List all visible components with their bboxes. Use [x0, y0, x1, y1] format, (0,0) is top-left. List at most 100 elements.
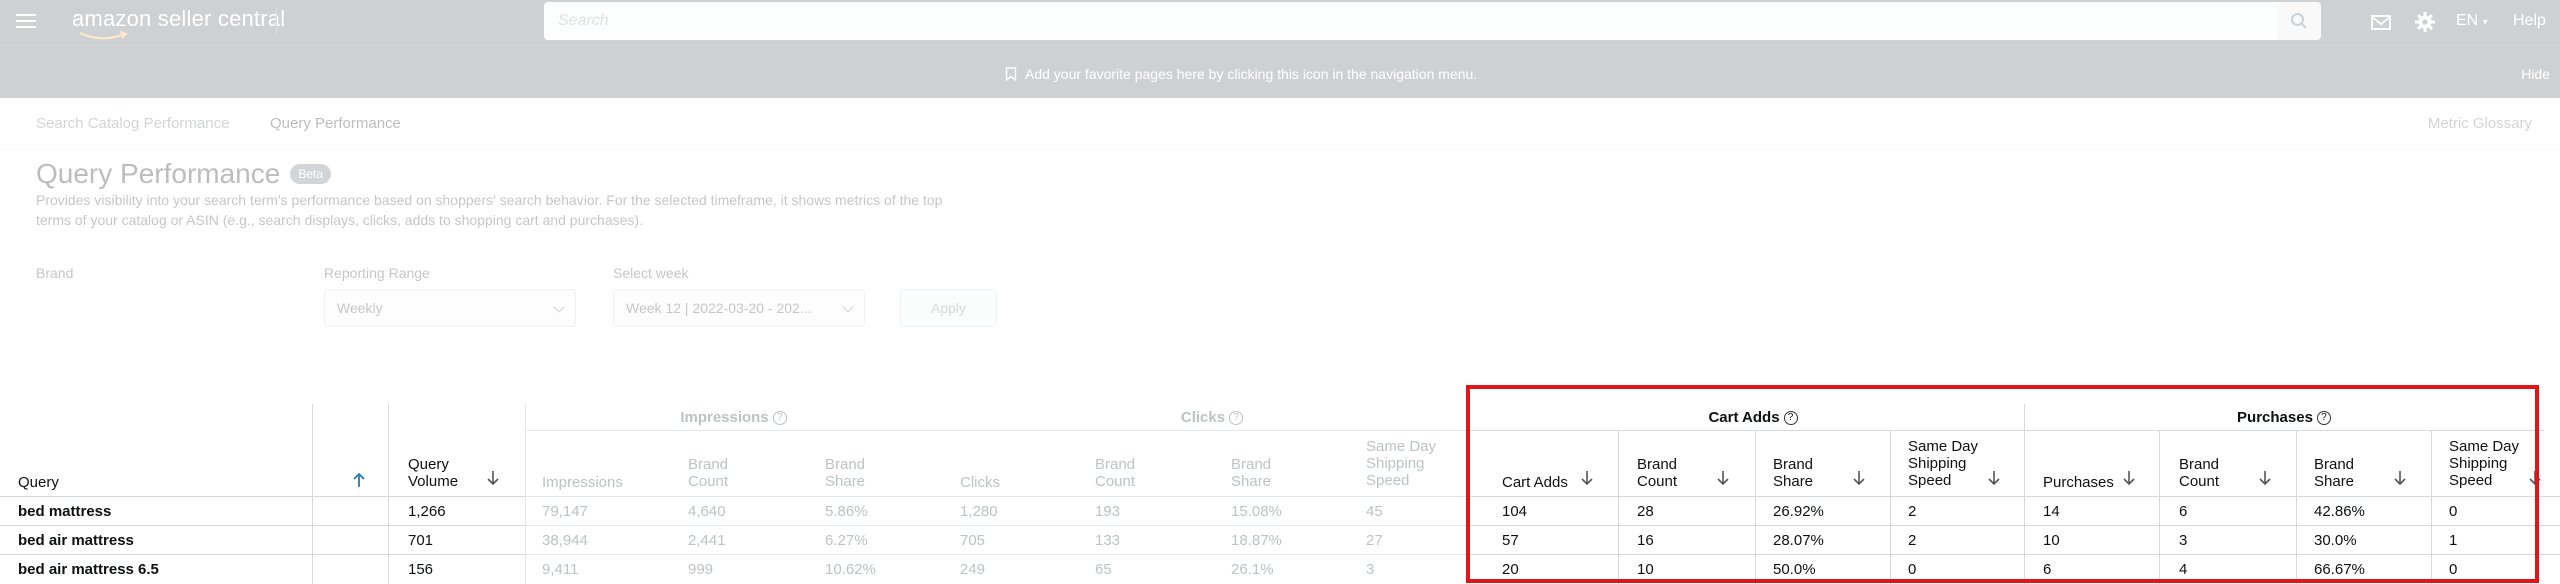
impressions-brand-share-cell: 5.86% — [825, 503, 868, 520]
clicks-cell: 1,280 — [960, 503, 998, 520]
reporting-range-value: Weekly — [337, 300, 383, 316]
purchases-brand-count-cell: 4 — [2179, 561, 2188, 578]
purchases-same-day-cell: 0 — [2449, 561, 2458, 578]
hamburger-menu-icon[interactable] — [16, 10, 36, 34]
purchases-cell: 14 — [2043, 503, 2060, 520]
top-navigation-bar: amazon seller central EN ▾ Help — [0, 0, 2560, 45]
column-header-clicks-brand-share[interactable]: Brand Share — [1231, 456, 1301, 490]
clicks-same-day-cell: 45 — [1366, 503, 1383, 520]
column-divider — [2431, 431, 2432, 584]
purchases-brand-share-cell: 66.67% — [2314, 561, 2365, 578]
row-divider — [0, 554, 2560, 555]
apply-button[interactable]: Apply — [900, 289, 997, 327]
sort-down-arrow-icon[interactable] — [2258, 470, 2272, 486]
column-header-impressions-brand-share[interactable]: Brand Share — [825, 456, 895, 490]
impressions-brand-share-cell: 10.62% — [825, 561, 876, 578]
help-icon[interactable]: ? — [2316, 411, 2331, 426]
cart-adds-brand-count-cell: 16 — [1637, 532, 1654, 549]
impressions-brand-share-cell: 6.27% — [825, 532, 868, 549]
tab-query-performance[interactable]: Query Performance — [270, 115, 401, 132]
column-header-clicks[interactable]: Clicks — [960, 474, 1000, 491]
column-header-impressions[interactable]: Impressions — [542, 474, 623, 491]
purchases-brand-count-cell: 3 — [2179, 532, 2188, 549]
clicks-cell: 249 — [960, 561, 986, 578]
impressions-cell: 79,147 — [542, 503, 588, 520]
metric-glossary-link[interactable]: Metric Glossary — [2428, 115, 2532, 132]
logo-text: amazon seller central — [72, 6, 286, 31]
query-volume-cell: 156 — [408, 561, 434, 578]
clicks-cell: 705 — [960, 532, 986, 549]
cart-adds-brand-count-cell: 10 — [1637, 561, 1654, 578]
brand-filter-label: Brand — [36, 265, 74, 281]
purchases-group-header: Purchases? — [2024, 404, 2544, 431]
column-header-purchases-brand-share[interactable]: Brand Share — [2314, 456, 2384, 490]
column-header-cart-adds-same-day[interactable]: Same Day Shipping Speed — [1908, 438, 1988, 489]
cart-adds-group-header: Cart Adds? — [1482, 404, 2024, 431]
sort-down-arrow-icon[interactable] — [1852, 470, 1866, 486]
search-icon — [2291, 13, 2307, 29]
help-icon[interactable]: ? — [1783, 411, 1798, 426]
column-header-clicks-same-day[interactable]: Same Day Shipping Speed — [1366, 438, 1446, 489]
column-divider — [1890, 431, 1891, 584]
clicks-brand-count-cell: 193 — [1095, 503, 1121, 520]
amazon-seller-central-logo[interactable]: amazon seller central — [72, 6, 286, 40]
sort-down-arrow-icon[interactable] — [1716, 470, 1730, 486]
select-week-dropdown[interactable]: Week 12 | 2022-03-20 - 202... — [613, 289, 865, 327]
column-header-cart-adds-brand-count[interactable]: Brand Count — [1637, 456, 1707, 490]
column-divider — [2296, 431, 2297, 584]
column-header-cart-adds-brand-share[interactable]: Brand Share — [1773, 456, 1843, 490]
language-selector[interactable]: EN ▾ — [2456, 12, 2488, 30]
column-header-impressions-brand-count[interactable]: Brand Count — [688, 456, 758, 490]
mail-icon[interactable] — [2370, 11, 2392, 33]
reporting-range-select[interactable]: Weekly — [324, 289, 576, 327]
sort-down-arrow-icon[interactable] — [2528, 470, 2542, 486]
page-description: Provides visibility into your search ter… — [36, 192, 943, 228]
cart-adds-same-day-cell: 2 — [1908, 532, 1917, 549]
page-title-text: Query Performance — [36, 158, 281, 189]
sort-up-arrow-icon[interactable] — [352, 472, 366, 488]
impressions-group-header: Impressions? — [525, 404, 942, 431]
column-header-cart-adds[interactable]: Cart Adds — [1502, 474, 1568, 491]
hide-bookmark-bar-button[interactable]: Hide — [2521, 66, 2550, 82]
impressions-cell: 38,944 — [542, 532, 588, 549]
purchases-same-day-cell: 0 — [2449, 503, 2458, 520]
bookmark-message: Add your favorite pages here by clicking… — [1005, 66, 1477, 82]
header-bottom-line — [0, 496, 2560, 497]
clicks-brand-share-cell: 18.87% — [1231, 532, 1282, 549]
reporting-range-label: Reporting Range — [324, 265, 430, 281]
sort-down-arrow-icon[interactable] — [1987, 470, 2001, 486]
column-header-query-volume[interactable]: Query Volume — [408, 456, 488, 490]
help-link[interactable]: Help — [2513, 12, 2546, 30]
query-volume-cell: 1,266 — [408, 503, 446, 520]
query-volume-cell: 701 — [408, 532, 434, 549]
column-header-query[interactable]: Query — [18, 474, 59, 491]
sort-down-arrow-icon[interactable] — [1580, 470, 1594, 486]
column-header-purchases-same-day[interactable]: Same Day Shipping Speed — [2449, 438, 2529, 489]
sort-down-arrow-icon[interactable] — [2122, 470, 2136, 486]
column-header-clicks-brand-count[interactable]: Brand Count — [1095, 456, 1165, 490]
cart-adds-group-label: Cart Adds — [1708, 409, 1780, 426]
cart-adds-cell: 57 — [1502, 532, 1519, 549]
column-header-purchases[interactable]: Purchases — [2043, 474, 2114, 491]
column-header-purchases-brand-count[interactable]: Brand Count — [2179, 456, 2249, 490]
column-divider — [525, 404, 526, 584]
gear-icon[interactable] — [2414, 11, 2436, 33]
cart-adds-brand-share-cell: 50.0% — [1773, 561, 1816, 578]
help-icon[interactable]: ? — [772, 411, 787, 426]
cart-adds-cell: 20 — [1502, 561, 1519, 578]
search-input[interactable] — [558, 12, 2277, 30]
cart-adds-cell: 104 — [1502, 503, 1528, 520]
tab-search-catalog-performance[interactable]: Search Catalog Performance — [36, 115, 229, 132]
report-tabs: Search Catalog Performance Query Perform… — [0, 98, 2560, 150]
row-divider — [0, 525, 2560, 526]
purchases-cell: 6 — [2043, 561, 2052, 578]
impressions-brand-count-cell: 999 — [688, 561, 714, 578]
bookmark-message-text: Add your favorite pages here by clicking… — [1025, 66, 1478, 82]
bookmark-icon — [1005, 67, 1017, 81]
sort-down-arrow-icon[interactable] — [2393, 470, 2407, 486]
search-box[interactable] — [544, 2, 2277, 40]
search-button[interactable] — [2277, 2, 2321, 40]
sort-down-arrow-icon[interactable] — [486, 470, 500, 486]
impressions-group-label: Impressions — [680, 409, 769, 426]
help-icon[interactable]: ? — [1229, 411, 1244, 426]
